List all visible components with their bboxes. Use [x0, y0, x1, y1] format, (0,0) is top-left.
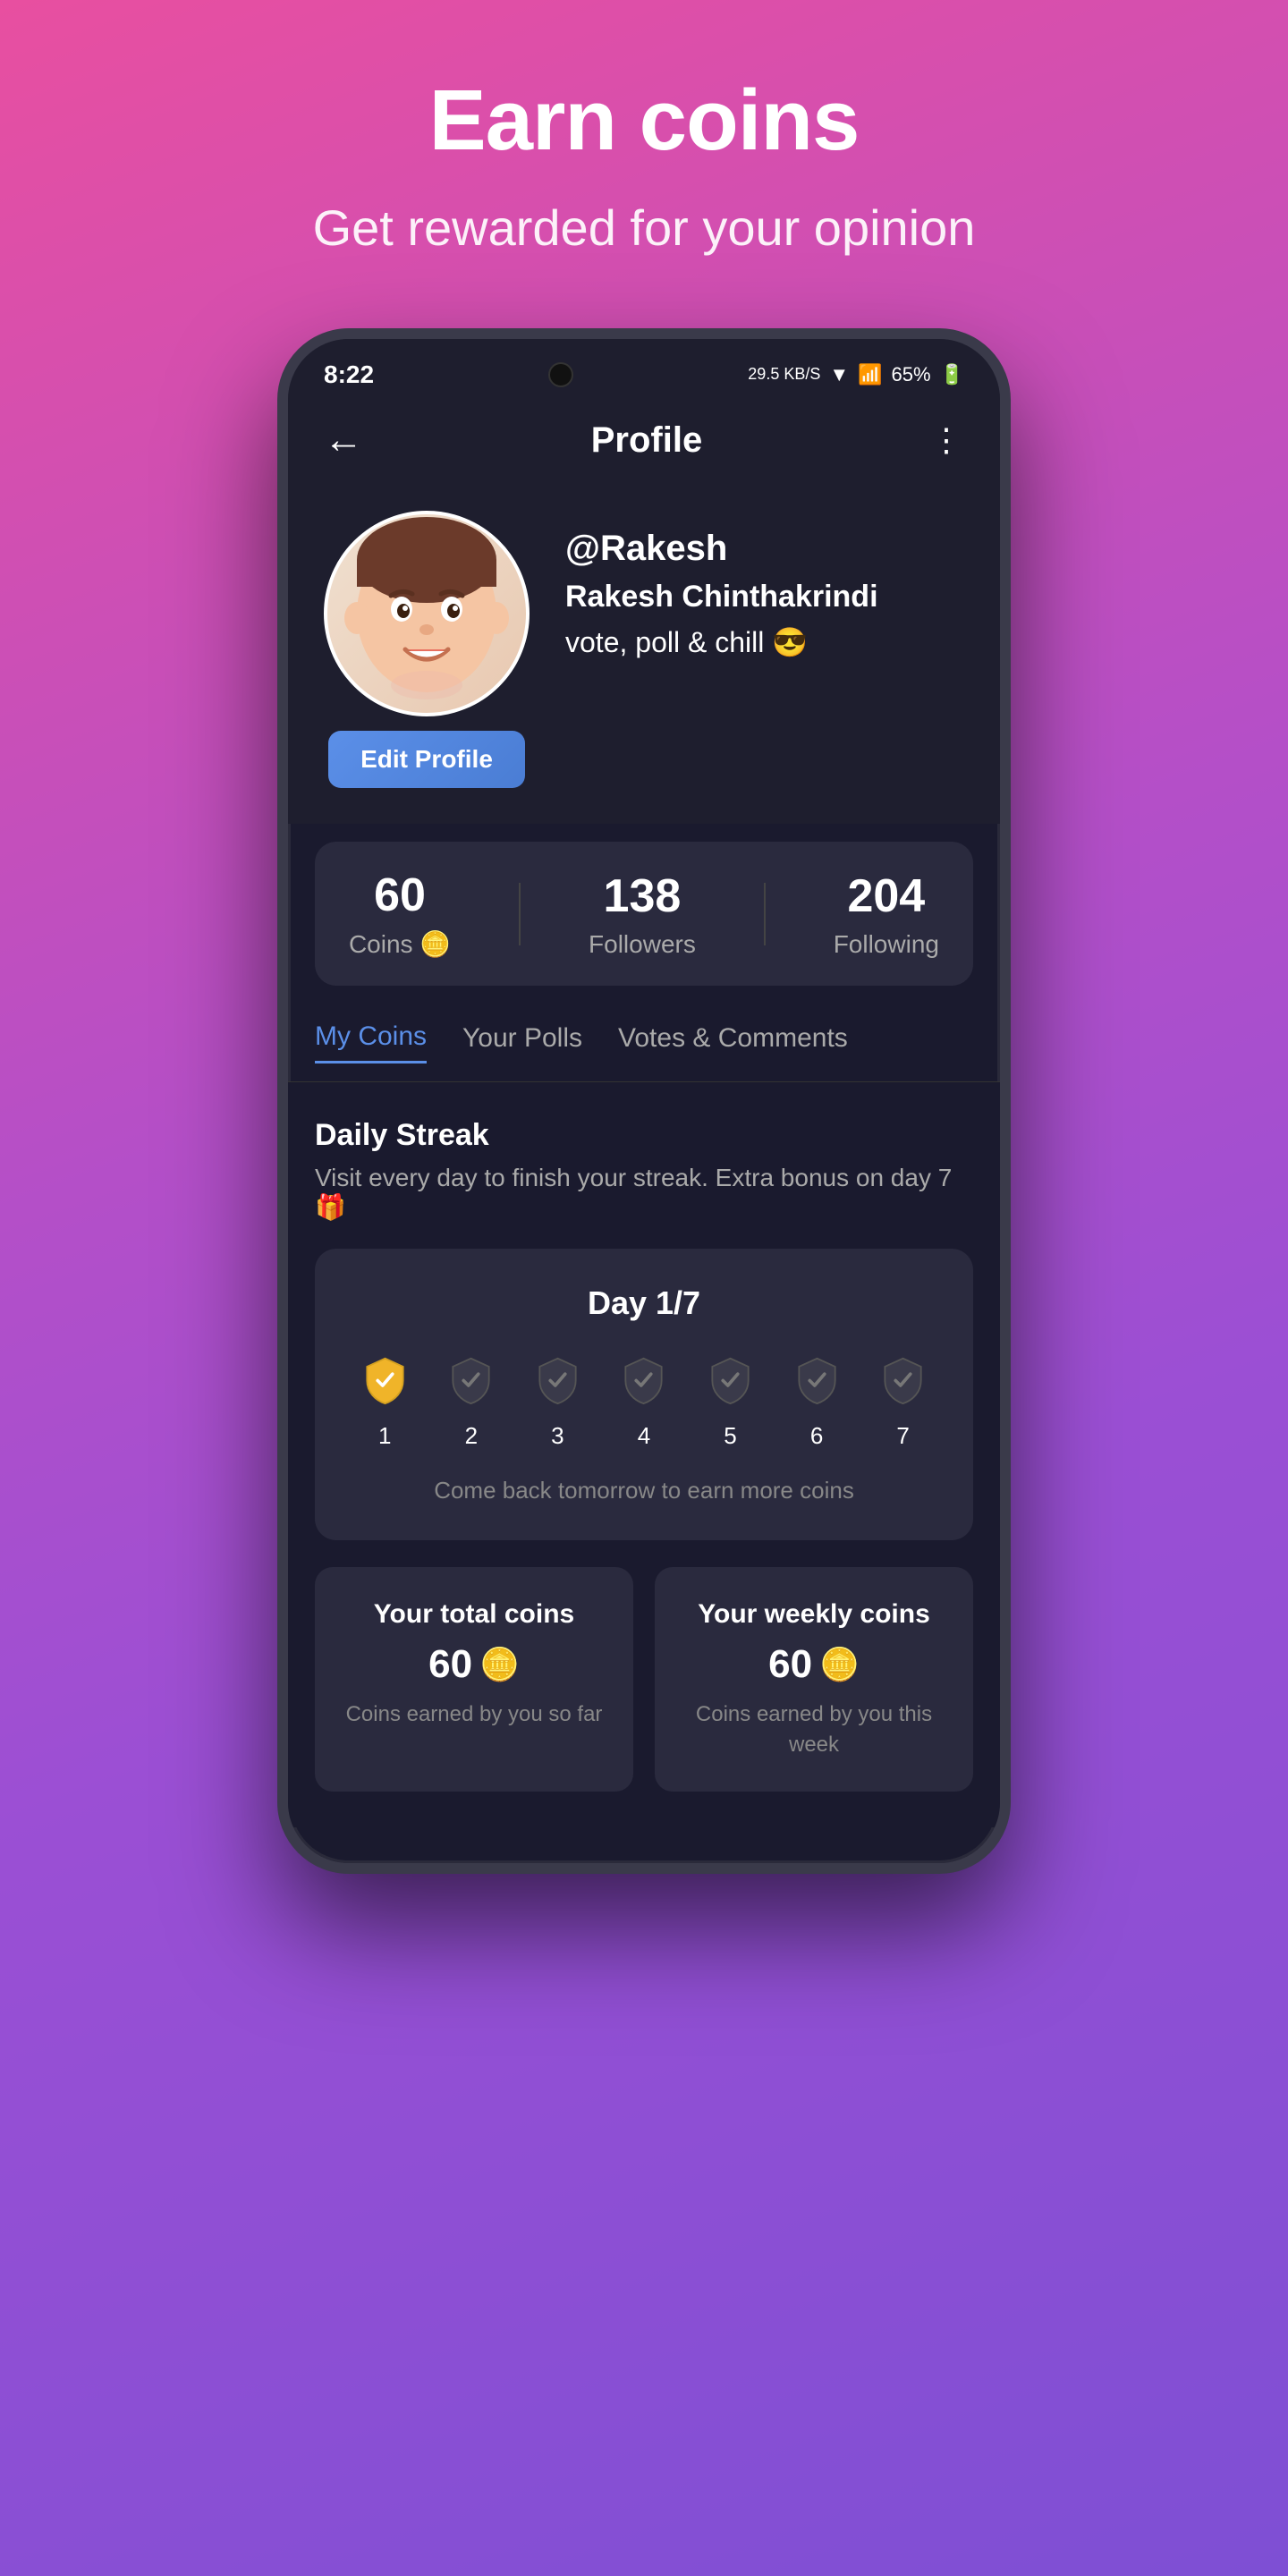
- coins-label: Coins 🪙: [349, 929, 451, 959]
- side-button-1: [1009, 715, 1011, 795]
- streak-day-label: Day 1/7: [342, 1284, 946, 1322]
- avatar-container: Edit Profile: [324, 511, 530, 788]
- streak-subtitle: Visit every day to finish your streak. E…: [315, 1164, 973, 1222]
- hero-title: Earn coins: [429, 72, 860, 170]
- phone-frame: 8:22 29.5 KB/S ▼ 📶 65% 🔋 ← Profile ⋮: [277, 328, 1011, 1874]
- followers-value: 138: [604, 869, 682, 923]
- stats-card: 60 Coins 🪙 138 Followers 204 Following: [315, 842, 973, 986]
- profile-section: Edit Profile @Rakesh Rakesh Chinthakrind…: [288, 484, 1000, 824]
- tab-bar: My Coins Your Polls Votes & Comments: [288, 1004, 1000, 1082]
- weekly-coins-title: Your weekly coins: [698, 1599, 930, 1630]
- streak-day-1: 1: [353, 1349, 416, 1450]
- shield-icon-7: [872, 1349, 935, 1411]
- stat-divider-1: [519, 883, 521, 945]
- battery-icon: 🔋: [940, 363, 964, 386]
- shield-icon-4: [613, 1349, 675, 1411]
- shield-icon-1: [353, 1349, 416, 1411]
- phone-frame-wrapper: 8:22 29.5 KB/S ▼ 📶 65% 🔋 ← Profile ⋮: [277, 328, 1011, 2296]
- streak-day-6: 6: [785, 1349, 848, 1450]
- stat-followers[interactable]: 138 Followers: [589, 869, 696, 959]
- weekly-coins-card: Your weekly coins 60 🪙 Coins earned by y…: [655, 1567, 973, 1792]
- nav-bar: ← Profile ⋮: [288, 400, 1000, 484]
- weekly-coins-value: 60 🪙: [768, 1642, 860, 1687]
- streak-days-row: 1 2: [342, 1349, 946, 1450]
- nav-title: Profile: [363, 420, 930, 461]
- status-time: 8:22: [324, 360, 374, 389]
- streak-card: Day 1/7 1: [315, 1249, 973, 1540]
- followers-label: Followers: [589, 930, 696, 959]
- streak-day-2: 2: [440, 1349, 503, 1450]
- tab-your-polls[interactable]: Your Polls: [462, 1023, 582, 1063]
- day-7-num: 7: [896, 1422, 909, 1450]
- shield-icon-2: [440, 1349, 503, 1411]
- day-3-num: 3: [551, 1422, 564, 1450]
- coins-value: 60: [374, 869, 426, 922]
- more-button[interactable]: ⋮: [930, 421, 964, 459]
- avatar-svg: [337, 515, 516, 712]
- shield-icon-5: [699, 1349, 762, 1411]
- avatar: [324, 511, 530, 716]
- streak-day-3: 3: [526, 1349, 589, 1450]
- streak-day-5: 5: [699, 1349, 762, 1450]
- day-5-num: 5: [724, 1422, 736, 1450]
- stat-coins[interactable]: 60 Coins 🪙: [349, 869, 451, 959]
- edit-profile-button[interactable]: Edit Profile: [328, 731, 525, 788]
- streak-title: Daily Streak: [315, 1118, 973, 1153]
- stat-divider-2: [764, 883, 766, 945]
- status-bar: 8:22 29.5 KB/S ▼ 📶 65% 🔋: [288, 339, 1000, 400]
- shield-icon-6: [785, 1349, 848, 1411]
- total-coins-sub: Coins earned by you so far: [346, 1699, 603, 1730]
- shield-icon-3: [526, 1349, 589, 1411]
- coin-emoji-2: 🪙: [819, 1646, 860, 1683]
- profile-username: @Rakesh: [565, 529, 878, 569]
- day-6-num: 6: [810, 1422, 823, 1450]
- coins-grid: Your total coins 60 🪙 Coins earned by yo…: [315, 1567, 973, 1792]
- day-1-num: 1: [378, 1422, 391, 1450]
- tab-votes-comments[interactable]: Votes & Comments: [618, 1023, 848, 1063]
- stat-following[interactable]: 204 Following: [834, 869, 939, 959]
- streak-day-4: 4: [613, 1349, 675, 1450]
- total-coins-title: Your total coins: [374, 1599, 574, 1630]
- battery-text: 65%: [892, 363, 931, 386]
- weekly-coins-sub: Coins earned by you this week: [676, 1699, 952, 1759]
- signal-icon: 📶: [858, 363, 882, 386]
- total-coins-card: Your total coins 60 🪙 Coins earned by yo…: [315, 1567, 633, 1792]
- hero-subtitle: Get rewarded for your opinion: [313, 199, 976, 257]
- back-button[interactable]: ←: [324, 418, 363, 462]
- streak-day-7: 7: [872, 1349, 935, 1450]
- daily-streak-section: Daily Streak Visit every day to finish y…: [315, 1118, 973, 1540]
- coin-emoji-1: 🪙: [479, 1646, 520, 1683]
- following-label: Following: [834, 930, 939, 959]
- day-4-num: 4: [638, 1422, 650, 1450]
- status-right: 29.5 KB/S ▼ 📶 65% 🔋: [748, 363, 964, 386]
- profile-bio: vote, poll & chill 😎: [565, 625, 878, 659]
- following-value: 204: [847, 869, 925, 923]
- wifi-icon: ▼: [829, 363, 849, 386]
- profile-info: @Rakesh Rakesh Chinthakrindi vote, poll …: [565, 511, 878, 659]
- total-coins-value: 60 🪙: [428, 1642, 520, 1687]
- camera-dot: [548, 362, 573, 387]
- side-button-2: [1009, 840, 1011, 920]
- tab-my-coins[interactable]: My Coins: [315, 1021, 427, 1063]
- profile-fullname: Rakesh Chinthakrindi: [565, 580, 878, 614]
- content-area: Daily Streak Visit every day to finish y…: [288, 1082, 1000, 1827]
- streak-hint: Come back tomorrow to earn more coins: [342, 1477, 946, 1504]
- day-2-num: 2: [465, 1422, 478, 1450]
- status-center: [548, 362, 573, 387]
- net-speed: 29.5 KB/S: [748, 365, 820, 385]
